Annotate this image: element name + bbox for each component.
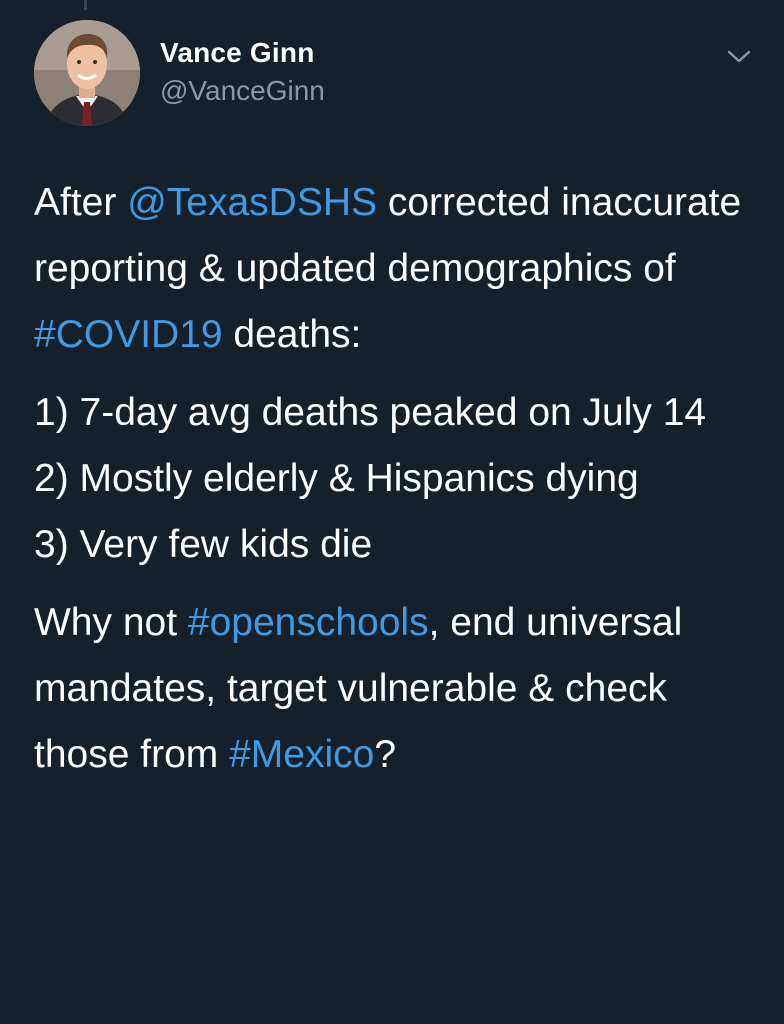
- text-segment: Why not: [34, 601, 188, 644]
- user-photo-icon: [34, 20, 140, 126]
- tweet-list: 1) 7-day avg deaths peaked on July 14 2)…: [34, 380, 764, 578]
- text-segment: ?: [374, 733, 397, 776]
- text-segment: After: [34, 181, 128, 224]
- avatar[interactable]: [34, 20, 140, 126]
- list-item: 2) Mostly elderly & Hispanics dying: [34, 457, 639, 500]
- tweet-text: After @TexasDSHS corrected inaccurate re…: [34, 170, 764, 788]
- text-segment: deaths:: [222, 313, 362, 356]
- list-item: 1) 7-day avg deaths peaked on July 14: [34, 391, 707, 434]
- display-name[interactable]: Vance Ginn: [160, 36, 325, 70]
- user-handle[interactable]: @VanceGinn: [160, 74, 325, 108]
- author-names: Vance Ginn @VanceGinn: [160, 36, 325, 108]
- tweet-header: Vance Ginn @VanceGinn: [34, 20, 764, 128]
- chevron-down-icon[interactable]: [724, 46, 754, 66]
- hashtag-link[interactable]: #Mexico: [229, 733, 374, 776]
- thread-connector-line: [84, 0, 87, 10]
- mention-link[interactable]: @TexasDSHS: [127, 181, 377, 224]
- tweet-paragraph-3: Why not #openschools, end universal mand…: [34, 590, 764, 788]
- hashtag-link[interactable]: #COVID19: [34, 313, 223, 356]
- hashtag-link[interactable]: #openschools: [188, 601, 429, 644]
- tweet-paragraph-1: After @TexasDSHS corrected inaccurate re…: [34, 170, 764, 368]
- list-item: 3) Very few kids die: [34, 523, 373, 566]
